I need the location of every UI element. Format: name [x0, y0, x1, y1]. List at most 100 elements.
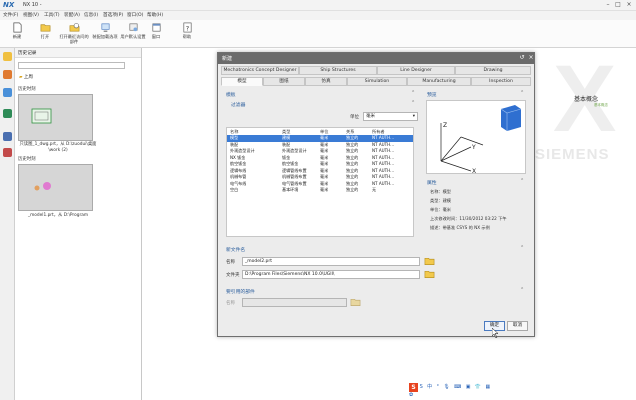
- menu-bar: 文件(F) 视图(V) 工具(T) 装配(A) 信息(I) 首选项(P) 窗口(…: [0, 11, 636, 20]
- table-row[interactable]: 空白 基本环境 毫米 独立的 无: [227, 187, 413, 194]
- title-bar: NX NX 10 - – □ ×: [0, 0, 636, 11]
- window-button[interactable]: 窗口: [145, 22, 167, 46]
- filename-input[interactable]: _model2.prt: [242, 257, 420, 266]
- resource-bar: [0, 48, 15, 400]
- ref-name-input[interactable]: [242, 298, 347, 307]
- row-type: 基本环境: [282, 187, 299, 192]
- row-owner: 无: [372, 187, 377, 192]
- maximize-button[interactable]: □: [614, 1, 622, 9]
- help-icon: ?: [183, 22, 191, 33]
- settings-icon[interactable]: [3, 52, 12, 61]
- col-name[interactable]: 名称: [230, 128, 238, 135]
- reuse-library-icon[interactable]: [3, 109, 12, 118]
- folder-input[interactable]: D:\Program Files\Siemens\NX 10.0\UGII\: [242, 270, 420, 279]
- tab-drawings[interactable]: 图纸: [263, 77, 305, 86]
- tab-drawing[interactable]: Drawing: [455, 66, 531, 75]
- row-relation: 独立的: [346, 187, 359, 192]
- col-unit[interactable]: 单位: [320, 128, 328, 135]
- templates-section-header[interactable]: 模板: [226, 91, 236, 98]
- row-name: 空白: [230, 187, 239, 192]
- folder-icon: ▰: [19, 75, 23, 80]
- window-title: NX 10 -: [23, 2, 42, 8]
- templates-collapse-icon[interactable]: ⌃: [411, 90, 415, 96]
- browse-folder-icon[interactable]: [350, 297, 361, 307]
- open-button[interactable]: 打开: [30, 22, 60, 46]
- col-owner[interactable]: 所有者: [372, 128, 385, 135]
- menu-preferences[interactable]: 首选项(P): [103, 12, 123, 18]
- tab-simulation[interactable]: Simulation: [347, 77, 407, 86]
- unit-label: 单位: [350, 115, 359, 120]
- browse-folder-icon[interactable]: [424, 256, 435, 266]
- unit-value: 毫米: [366, 114, 375, 119]
- properties-collapse-icon[interactable]: ⌃: [520, 178, 524, 184]
- tab-mechatronics[interactable]: Mechatronics Concept Designer: [221, 66, 299, 75]
- window-button-label: 窗口: [151, 34, 161, 39]
- minimize-button[interactable]: –: [604, 1, 612, 9]
- browse-folder-icon[interactable]: [424, 269, 435, 279]
- recent-parts-label: 打开最近访问的部件: [59, 34, 89, 44]
- tab-model[interactable]: 模型: [221, 77, 263, 86]
- siemens-watermark: SIEMENS: [535, 146, 610, 163]
- menu-window[interactable]: 窗口(O): [127, 12, 143, 18]
- tab-simulation-cn[interactable]: 仿真: [305, 77, 347, 86]
- prop-name: 名称：模型: [430, 189, 451, 194]
- ime-tools-icons: S 中 ° 🎙 ⌨ ▣ 👕 ▦ ✿: [409, 384, 492, 398]
- close-button[interactable]: ×: [625, 1, 633, 9]
- assembly-navigator-icon[interactable]: [3, 88, 12, 97]
- tab-ship-structures[interactable]: Ship Structures: [299, 66, 377, 75]
- filter-collapse-icon[interactable]: ⌃: [411, 100, 415, 106]
- svg-text:?: ?: [185, 24, 188, 32]
- preview-section-header[interactable]: 预览: [427, 91, 437, 98]
- new-filename-collapse-icon[interactable]: ⌃: [520, 245, 524, 251]
- history-group-label-2: 历史时刻: [18, 157, 36, 162]
- preview-collapse-icon[interactable]: ⌃: [520, 90, 524, 96]
- history-icon[interactable]: [3, 132, 12, 141]
- tab-inspection[interactable]: Inspection: [471, 77, 531, 86]
- dialog-close-icon[interactable]: ×: [527, 54, 535, 62]
- filter-section-header[interactable]: 过滤器: [231, 101, 245, 108]
- user-defaults-button[interactable]: 用户默认设置: [118, 22, 148, 46]
- history-up-item[interactable]: ▰ 上周: [19, 74, 33, 80]
- template-preview: Z X Y: [426, 100, 526, 175]
- unit-dropdown[interactable]: 毫米 ▾: [363, 112, 418, 121]
- help-button[interactable]: ? 帮助: [175, 22, 199, 46]
- cancel-button[interactable]: 取消: [507, 321, 528, 331]
- open-button-label: 打开: [40, 34, 50, 39]
- menu-file[interactable]: 文件(F): [3, 12, 18, 18]
- menu-info[interactable]: 信息(I): [84, 12, 98, 18]
- history-filter-dropdown[interactable]: [18, 62, 125, 69]
- history-thumbnail-2[interactable]: [18, 164, 93, 211]
- menu-help[interactable]: 帮助(H): [147, 12, 163, 18]
- reference-part-collapse-icon[interactable]: ⌃: [520, 287, 524, 293]
- new-filename-header[interactable]: 新文件名: [226, 246, 245, 253]
- col-type[interactable]: 类型: [282, 128, 290, 135]
- menu-tools[interactable]: 工具(T): [44, 12, 60, 18]
- row-unit: 毫米: [320, 187, 329, 192]
- menu-view[interactable]: 视图(V): [23, 12, 39, 18]
- recent-parts-icon: [69, 23, 79, 32]
- svg-text:Y: Y: [471, 144, 476, 151]
- assembly-load-button[interactable]: 装配加载选项: [90, 22, 120, 46]
- history-title: 历史记录: [18, 51, 37, 56]
- ime-toolbar[interactable]: S S 中 ° 🎙 ⌨ ▣ 👕 ▦ ✿: [409, 383, 495, 398]
- tab-line-designer[interactable]: Line Designer: [377, 66, 455, 75]
- role-name: 基本概念: [574, 96, 599, 103]
- roles-icon[interactable]: [3, 148, 12, 157]
- history-item-1-caption: 只读图_1_dwg.prt，从 D:\zuodui\桌面\work (2): [19, 142, 97, 153]
- new-button[interactable]: 新建: [2, 22, 32, 46]
- history-up-label: 上周: [23, 75, 33, 80]
- properties-section-header[interactable]: 属性: [427, 179, 437, 186]
- dialog-lower-tabs: 模型 图纸 仿真 Simulation Manufacturing Inspec…: [221, 77, 531, 86]
- user-defaults-label: 用户默认设置: [120, 34, 146, 39]
- col-relation[interactable]: 关系: [346, 128, 354, 135]
- reference-part-header[interactable]: 要引用的部件: [226, 288, 255, 295]
- reset-icon[interactable]: ↺: [518, 54, 526, 62]
- menu-assembly[interactable]: 装配(A): [64, 12, 80, 18]
- history-header: 历史记录: [15, 48, 141, 58]
- history-thumbnail-1[interactable]: [18, 94, 93, 141]
- part-navigator-icon[interactable]: [3, 70, 12, 79]
- recent-parts-button[interactable]: 打开最近访问的部件: [58, 22, 90, 46]
- open-folder-icon: [40, 24, 50, 32]
- tab-manufacturing[interactable]: Manufacturing: [407, 77, 471, 86]
- window-icon: [152, 23, 160, 32]
